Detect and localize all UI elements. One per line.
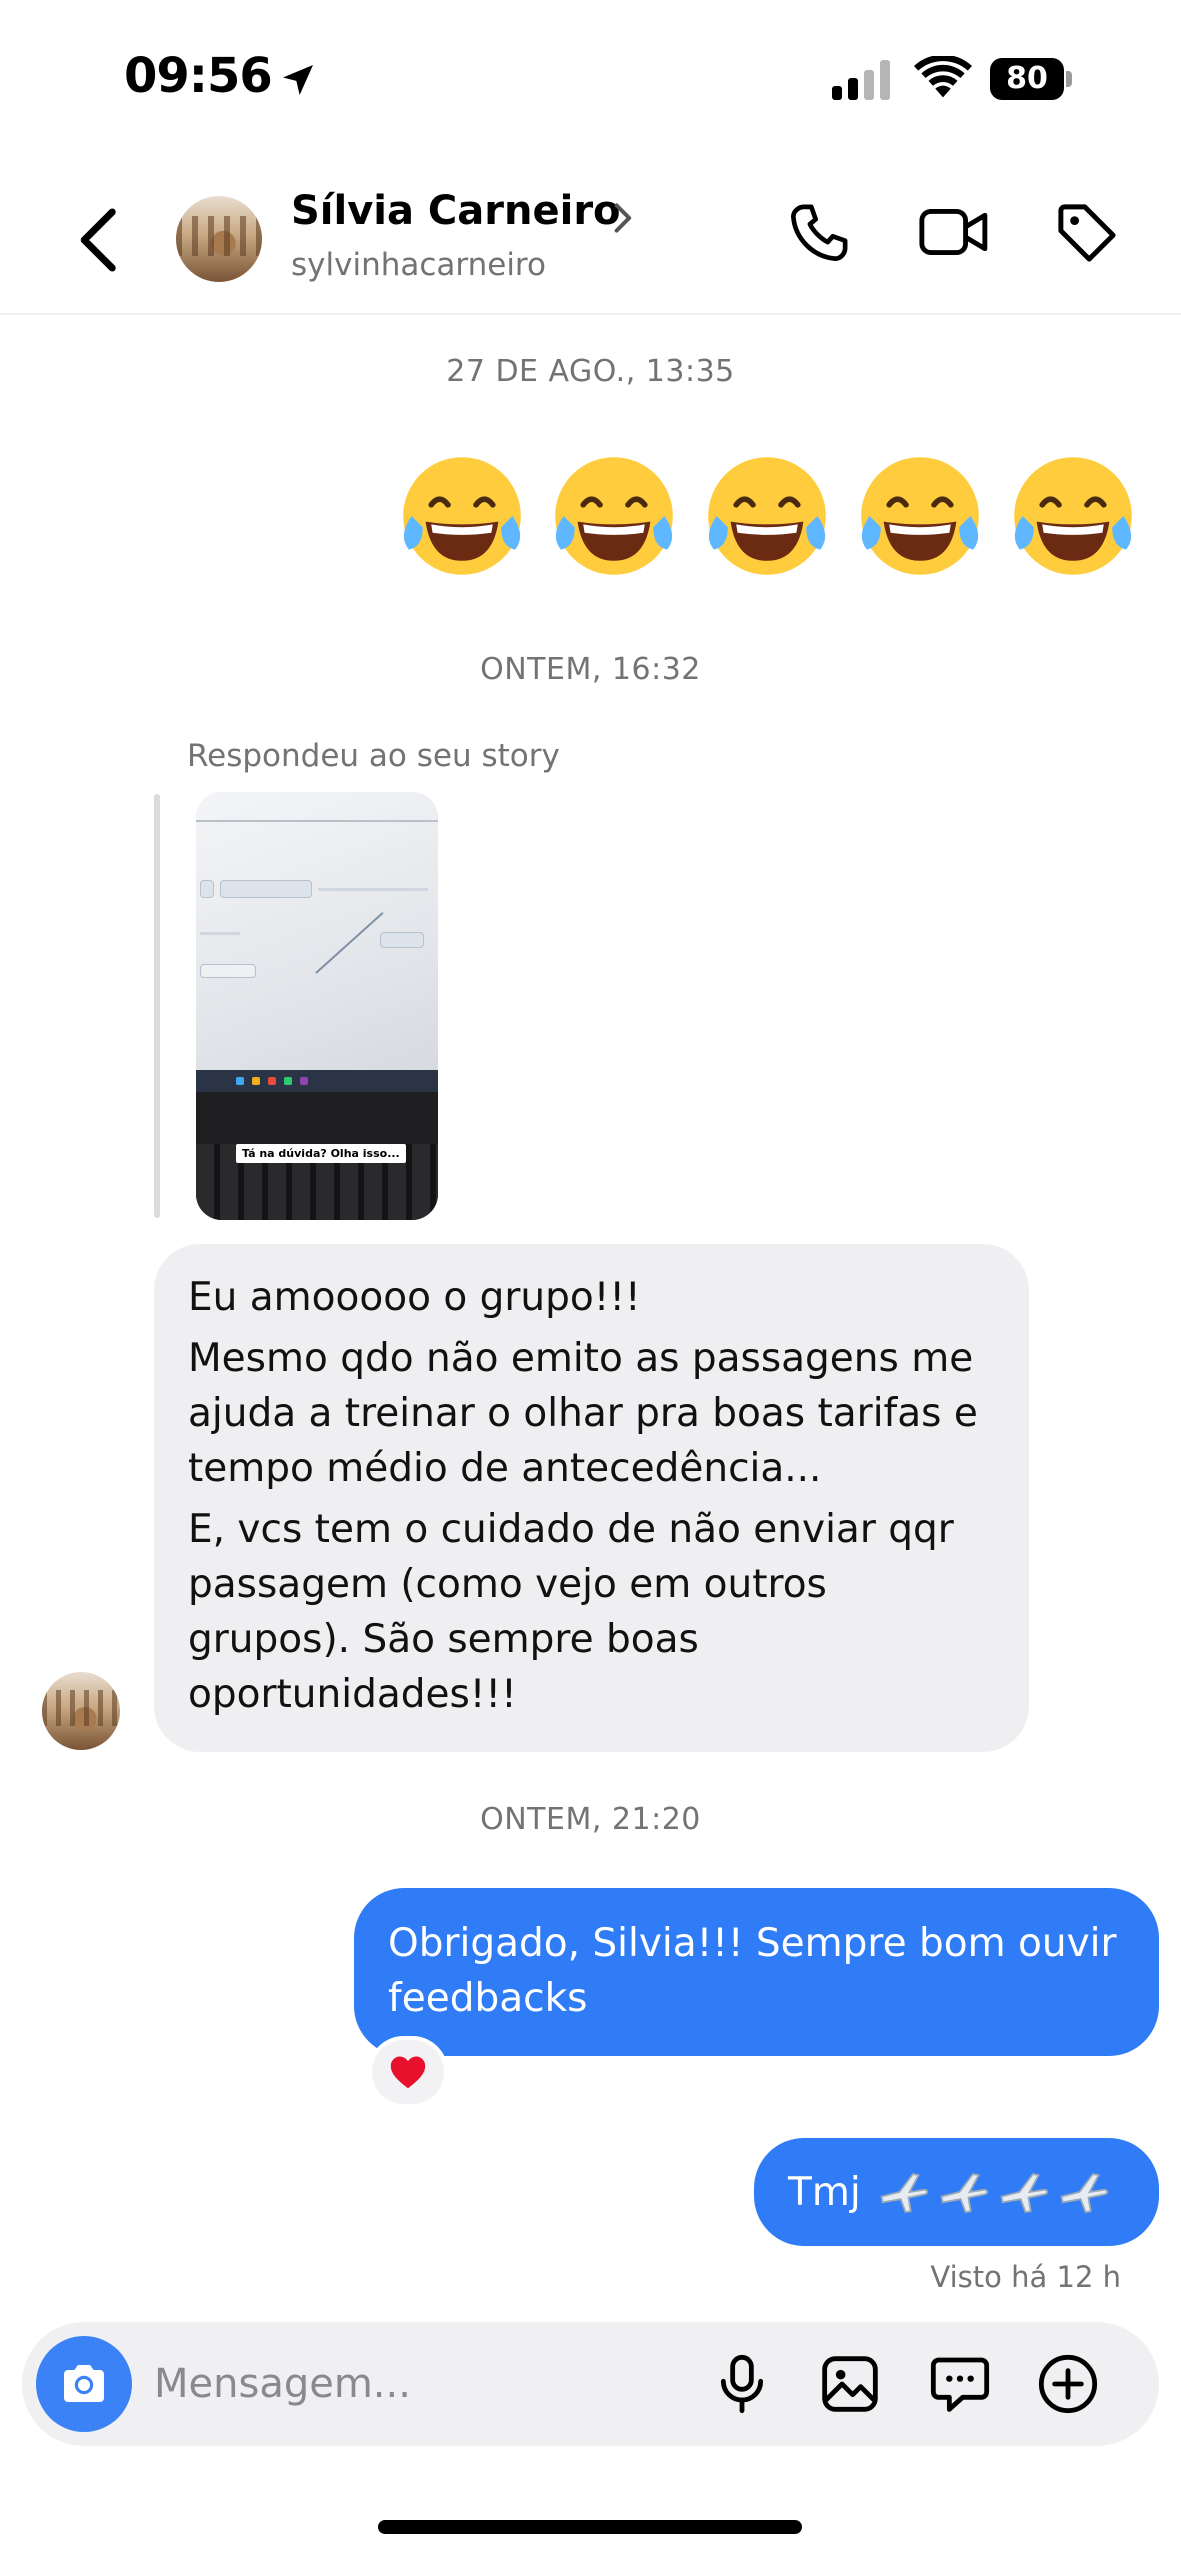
- airplane-emoji-icon: [940, 2173, 988, 2214]
- camera-button[interactable]: [36, 2336, 132, 2432]
- story-reply-label: Respondeu ao seu story: [187, 738, 560, 774]
- story-thumbnail[interactable]: Tá na dúvida? Olha isso...: [196, 792, 438, 1220]
- location-arrow-icon: [283, 65, 313, 95]
- phone-icon[interactable]: [786, 200, 852, 266]
- airplane-emoji-icon: [880, 2173, 928, 2214]
- laughing-emoji-icon: [861, 457, 979, 575]
- laughing-emoji-icon: [1014, 457, 1132, 575]
- add-icon[interactable]: [1036, 2352, 1100, 2416]
- message-text: Obrigado, Silvia!!! Sempre bom ouvir fee…: [388, 1921, 1117, 2021]
- battery-percentage: 80: [1006, 61, 1048, 96]
- camera-icon: [64, 2365, 104, 2402]
- home-indicator: [378, 2520, 802, 2534]
- sticker-chat-icon[interactable]: [928, 2352, 992, 2416]
- status-bar: 09:56 80: [0, 0, 1181, 160]
- contact-username[interactable]: sylvinhacarneiro: [291, 247, 546, 283]
- microphone-icon[interactable]: [710, 2352, 774, 2416]
- reply-indicator-bar: [154, 794, 160, 1218]
- story-caption: Tá na dúvida? Olha isso...: [236, 1144, 406, 1163]
- timestamp: 27 DE AGO., 13:35: [446, 354, 735, 389]
- video-camera-icon[interactable]: [918, 202, 990, 262]
- story-taskbar: [196, 1070, 438, 1092]
- message-text: Tmj: [788, 2169, 861, 2215]
- laughing-emoji-icon: [708, 457, 826, 575]
- emoji-message[interactable]: [392, 446, 1152, 596]
- heart-reaction[interactable]: ❤️: [368, 2036, 448, 2108]
- story-laptop-screen: [196, 792, 438, 1082]
- laughing-emoji-icon: [555, 457, 673, 575]
- seen-status: Visto há 12 h: [930, 2260, 1121, 2294]
- heart-icon: [390, 2056, 426, 2089]
- contact-avatar[interactable]: [176, 196, 262, 282]
- cellular-signal-icon: [832, 60, 890, 100]
- message-paragraph: Eu amooooo o grupo!!!: [188, 1275, 641, 1320]
- airplane-emoji-icon: [1000, 2173, 1048, 2214]
- incoming-message-bubble[interactable]: Eu amooooo o grupo!!! Mesmo qdo não emit…: [154, 1244, 1029, 1752]
- back-chevron-icon[interactable]: [70, 205, 130, 275]
- status-time: 09:56: [124, 48, 273, 104]
- outgoing-message-bubble[interactable]: Obrigado, Silvia!!! Sempre bom ouvir fee…: [354, 1888, 1159, 2056]
- laughing-emoji-icon: [403, 457, 521, 575]
- tag-icon[interactable]: [1054, 200, 1120, 266]
- battery-icon: 80: [990, 58, 1072, 100]
- sender-avatar[interactable]: [42, 1672, 120, 1750]
- gallery-icon[interactable]: [818, 2352, 882, 2416]
- message-paragraph: Mesmo qdo não emito as passagens me ajud…: [188, 1336, 978, 1491]
- outgoing-message-bubble[interactable]: Tmj ✈️✈️✈️✈️: [754, 2138, 1159, 2246]
- wifi-icon: [914, 56, 972, 98]
- timestamp: ONTEM, 21:20: [480, 1802, 701, 1837]
- chat-header: Sílvia Carneiro sylvinhacarneiro: [0, 160, 1181, 315]
- airplane-emoji-icon: [1060, 2173, 1108, 2214]
- message-composer: [22, 2322, 1159, 2446]
- contact-name[interactable]: Sílvia Carneiro: [291, 188, 621, 234]
- message-input[interactable]: [154, 2348, 694, 2420]
- timestamp: ONTEM, 16:32: [480, 652, 701, 687]
- message-paragraph: E, vcs tem o cuidado de não enviar qqr p…: [188, 1507, 954, 1717]
- story-laptop-bezel: [196, 1092, 438, 1144]
- name-chevron-icon[interactable]: [610, 200, 634, 236]
